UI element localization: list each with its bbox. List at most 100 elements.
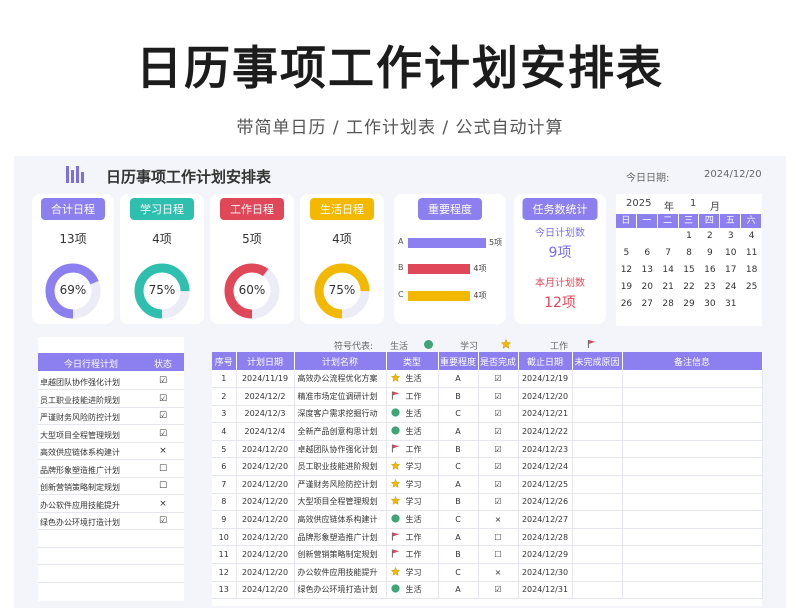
- cell-type[interactable]: 生活: [386, 581, 439, 600]
- cell-type[interactable]: 学习: [386, 563, 439, 582]
- cell-incomplete-reason[interactable]: [572, 405, 623, 424]
- calendar-day[interactable]: 31: [720, 296, 741, 313]
- cell-due-date[interactable]: 2024/12/29: [518, 545, 573, 565]
- cell-incomplete-reason[interactable]: [572, 422, 623, 441]
- cell-importance[interactable]: C: [438, 510, 479, 529]
- cell-incomplete-reason[interactable]: [572, 563, 623, 582]
- cell-importance[interactable]: A: [438, 370, 479, 389]
- today-plan-item[interactable]: 高效供应链体系构建计 ×: [38, 443, 184, 460]
- calendar-day[interactable]: 15: [679, 262, 700, 279]
- today-plan-item[interactable]: 品牌形象塑造推广计划 ☐: [38, 461, 184, 478]
- calendar-day[interactable]: 28: [658, 296, 679, 313]
- calendar-day[interactable]: 19: [616, 279, 637, 296]
- calendar-day[interactable]: 13: [637, 262, 658, 279]
- cell-done-checkbox[interactable]: ×: [478, 510, 519, 529]
- today-plan-item[interactable]: 大型项目全程管理规划 ☑: [38, 426, 184, 443]
- cell-plan-date[interactable]: 2024/12/20: [236, 528, 295, 547]
- cell-done-checkbox[interactable]: ☑: [478, 387, 519, 406]
- cell-importance[interactable]: B: [438, 493, 479, 512]
- today-plan-item[interactable]: 绿色办公环境打造计划 ☑: [38, 513, 184, 530]
- cell-done-checkbox[interactable]: ☑: [478, 405, 519, 424]
- cell-type[interactable]: 工作: [386, 387, 439, 406]
- calendar-day[interactable]: 22: [679, 279, 700, 296]
- calendar-month[interactable]: 1: [690, 198, 696, 209]
- cell-plan-name[interactable]: 全新产品创意构思计划: [294, 422, 387, 441]
- calendar-day[interactable]: 29: [679, 296, 700, 313]
- today-plan-item-status[interactable]: ×: [158, 499, 168, 509]
- cell-plan-date[interactable]: 2024/12/20: [236, 440, 295, 459]
- cell-type[interactable]: 学习: [386, 475, 439, 494]
- today-plan-item[interactable]: [38, 566, 184, 583]
- cell-done-checkbox[interactable]: ☑: [478, 422, 519, 441]
- cell-incomplete-reason[interactable]: [572, 475, 623, 494]
- cell-plan-name[interactable]: 深度客户需求挖掘行动: [294, 405, 387, 424]
- cell-incomplete-reason[interactable]: [572, 440, 623, 459]
- calendar-day[interactable]: 14: [658, 262, 679, 279]
- calendar-day[interactable]: 5: [616, 245, 637, 262]
- cell-plan-name[interactable]: 员工职业技能进阶规划: [294, 457, 387, 477]
- cell-done-checkbox[interactable]: ☑: [478, 370, 519, 389]
- cell-plan-date[interactable]: 2024/12/2: [236, 387, 295, 406]
- calendar-day[interactable]: 12: [616, 262, 637, 279]
- cell-plan-date[interactable]: 2024/12/20: [236, 475, 295, 494]
- cell-due-date[interactable]: 2024/12/25: [518, 475, 573, 494]
- cell-importance[interactable]: A: [438, 422, 479, 441]
- cell-type[interactable]: 生活: [386, 422, 439, 441]
- cell-done-checkbox[interactable]: ☐: [478, 528, 519, 547]
- cell-due-date[interactable]: 2024/12/31: [518, 581, 573, 600]
- cell-plan-name[interactable]: 绿色办公环境打造计划: [294, 581, 387, 600]
- cell-note[interactable]: [622, 405, 763, 424]
- today-plan-item-status[interactable]: ☐: [158, 464, 168, 474]
- today-plan-item[interactable]: 员工职业技能进阶规划 ☑: [38, 391, 184, 408]
- cell-plan-name[interactable]: 大型项目全程管理规划: [294, 493, 387, 512]
- cell-importance[interactable]: B: [438, 387, 479, 406]
- cell-type[interactable]: 工作: [386, 440, 439, 459]
- cell-note[interactable]: [622, 387, 763, 406]
- cell-due-date[interactable]: 2024/12/26: [518, 493, 573, 512]
- calendar-day[interactable]: 3: [720, 228, 741, 245]
- cell-incomplete-reason[interactable]: [572, 387, 623, 406]
- today-plan-item[interactable]: 卓越团队协作强化计划 ☑: [38, 373, 184, 390]
- cell-due-date[interactable]: 2024/12/21: [518, 405, 573, 424]
- cell-plan-date[interactable]: 2024/12/20: [236, 545, 295, 565]
- cell-due-date[interactable]: 2024/12/28: [518, 528, 573, 547]
- cell-plan-date[interactable]: 2024/11/19: [236, 370, 295, 389]
- calendar-day[interactable]: 1: [679, 228, 700, 245]
- cell-importance[interactable]: B: [438, 545, 479, 565]
- cell-due-date[interactable]: 2024/12/24: [518, 457, 573, 477]
- today-plan-item-status[interactable]: ☑: [158, 516, 168, 526]
- cell-type[interactable]: 生活: [386, 510, 439, 529]
- cell-importance[interactable]: A: [438, 475, 479, 494]
- today-plan-item[interactable]: 办公软件应用技能提升 ×: [38, 496, 184, 513]
- cell-due-date[interactable]: 2024/12/23: [518, 440, 573, 459]
- today-plan-item-status[interactable]: ☐: [158, 481, 168, 491]
- calendar-day[interactable]: 4: [741, 228, 762, 245]
- cell-importance[interactable]: C: [438, 405, 479, 424]
- cell-plan-name[interactable]: 高效办公流程优化方案: [294, 370, 387, 389]
- cell-incomplete-reason[interactable]: [572, 528, 623, 547]
- cell-type[interactable]: 学习: [386, 457, 439, 477]
- cell-note[interactable]: [622, 457, 763, 477]
- cell-due-date[interactable]: 2024/12/30: [518, 563, 573, 582]
- cell-note[interactable]: [622, 370, 763, 389]
- cell-note[interactable]: [622, 475, 763, 494]
- calendar-day[interactable]: 8: [679, 245, 700, 262]
- cell-incomplete-reason[interactable]: [572, 545, 623, 565]
- calendar-day[interactable]: 11: [741, 245, 762, 262]
- cell-incomplete-reason[interactable]: [572, 581, 623, 600]
- cell-plan-name[interactable]: 办公软件应用技能提升: [294, 563, 387, 582]
- calendar-day[interactable]: 16: [699, 262, 720, 279]
- calendar-day[interactable]: 2: [699, 228, 720, 245]
- cell-incomplete-reason[interactable]: [572, 493, 623, 512]
- cell-note[interactable]: [622, 440, 763, 459]
- cell-plan-date[interactable]: 2024/12/20: [236, 493, 295, 512]
- calendar-day[interactable]: 10: [720, 245, 741, 262]
- cell-plan-date[interactable]: 2024/12/20: [236, 457, 295, 477]
- cell-type[interactable]: 工作: [386, 528, 439, 547]
- cell-note[interactable]: [622, 510, 763, 529]
- cell-importance[interactable]: C: [438, 563, 479, 582]
- cell-note[interactable]: [622, 528, 763, 547]
- today-plan-item-status[interactable]: ☑: [158, 429, 168, 439]
- today-plan-item[interactable]: [38, 548, 184, 565]
- cell-importance[interactable]: A: [438, 581, 479, 600]
